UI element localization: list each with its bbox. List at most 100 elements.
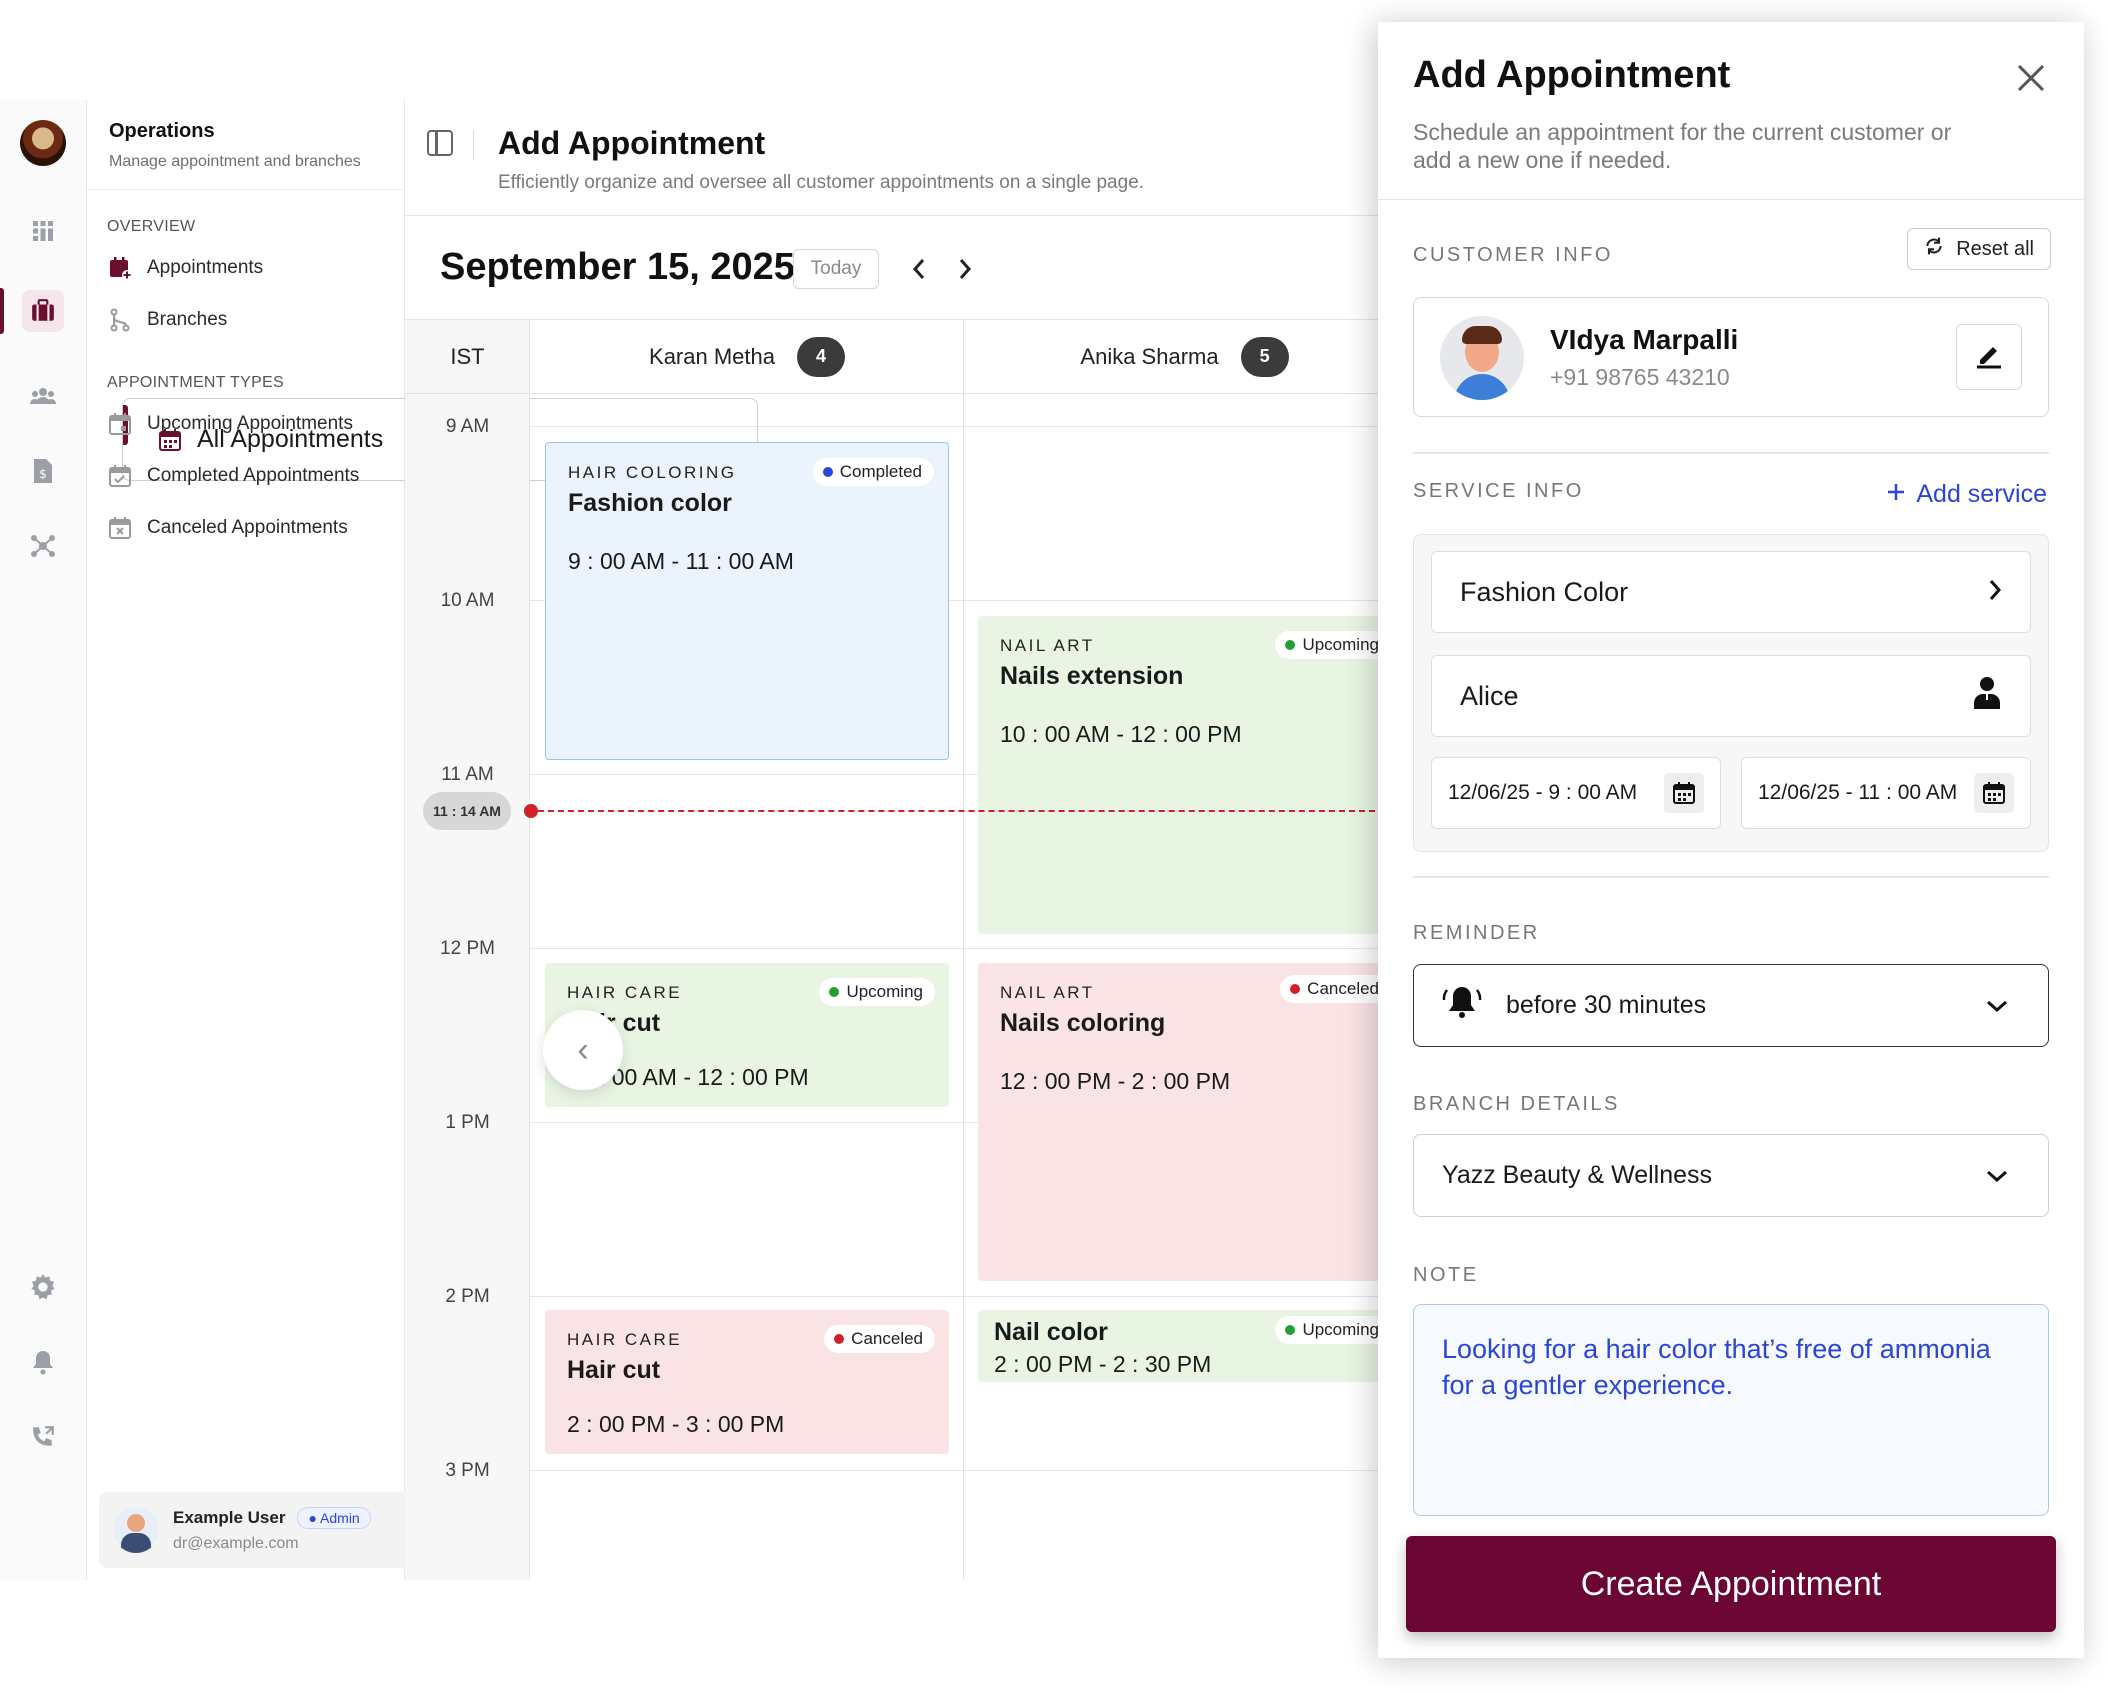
sidenav-title: Operations: [109, 120, 215, 142]
brand-logo[interactable]: [20, 120, 66, 166]
current-date: September 15, 2025: [440, 246, 795, 288]
briefcase-icon[interactable]: [0, 288, 64, 334]
pencil-icon: [1974, 340, 2004, 375]
appointment-card[interactable]: HAIR CARE Hair cut 2 : 00 PM - 3 : 00 PM…: [545, 1310, 949, 1454]
calendar-grid: IST Karan Metha 4 Anika Sharma 5 9 AM 10…: [405, 320, 1405, 1580]
today-button[interactable]: Today: [793, 249, 879, 289]
appointment-time: 10 : 00 AM - 12 : 00 PM: [567, 1064, 809, 1090]
branch-value: Yazz Beauty & Wellness: [1442, 1161, 1713, 1189]
edit-customer-button[interactable]: [1956, 324, 2022, 390]
chevron-down-icon: [1986, 991, 2008, 1020]
collapse-panel-button[interactable]: ‹: [543, 1010, 623, 1090]
calendar-icon[interactable]: [1974, 773, 2014, 813]
appointment-title: Hair cut: [567, 1009, 661, 1037]
people-icon[interactable]: [22, 375, 64, 417]
stylist-select[interactable]: Alice: [1431, 655, 2031, 737]
calendar-icon[interactable]: [1664, 773, 1704, 813]
current-time-line: [538, 810, 1405, 812]
sidebar-item-label: Canceled Appointments: [147, 517, 348, 538]
section-overview: OVERVIEW: [107, 218, 196, 235]
appointment-card[interactable]: NAIL ART Nails coloring 12 : 00 PM - 2 :…: [978, 963, 1405, 1281]
status-dot: [1285, 1325, 1296, 1335]
timezone-label: IST: [405, 320, 530, 394]
sidebar-item-branches[interactable]: Branches: [87, 294, 404, 346]
divider: [1413, 452, 2049, 454]
status-dot: [829, 987, 840, 997]
status-badge: Canceled: [824, 1325, 935, 1353]
reset-all-button[interactable]: Reset all: [1907, 228, 2051, 270]
grid-icon[interactable]: [22, 210, 64, 252]
divider: [1413, 876, 2049, 878]
svg-text:$: $: [39, 467, 47, 481]
appointment-time: 9 : 00 AM - 11 : 00 AM: [568, 548, 794, 574]
status-dot: [1285, 640, 1296, 650]
appointment-card[interactable]: NAIL ART Nails extension 10 : 00 AM - 12…: [978, 616, 1405, 934]
sidebar-toggle-icon[interactable]: [427, 130, 453, 156]
hour-line: [530, 1470, 1405, 1471]
divider: [473, 130, 474, 160]
sidebar-item-appointments[interactable]: Appointments: [87, 242, 404, 294]
hour-line: [530, 948, 1405, 949]
start-datetime-value: 12/06/25 - 9 : 00 AM: [1448, 781, 1638, 804]
hour-line: [530, 1296, 1405, 1297]
chevron-down-icon: [1986, 1161, 2008, 1190]
calendar-icon: [107, 411, 133, 437]
network-icon[interactable]: [22, 525, 64, 567]
sidebar-item-label: Branches: [147, 309, 228, 330]
sidebar-item-label: Upcoming Appointments: [147, 413, 353, 434]
column-divider: [963, 320, 964, 1580]
sidebar-item-upcoming-appointments[interactable]: Upcoming Appointments: [87, 398, 404, 450]
bell-icon[interactable]: [22, 1341, 64, 1383]
section-note: NOTE: [1413, 1264, 1479, 1286]
customer-name: VIdya Marpalli: [1550, 324, 1739, 355]
appointment-count-badge: 4: [796, 336, 845, 377]
customer-card[interactable]: VIdya Marpalli +91 98765 43210: [1413, 297, 2049, 417]
hour-line: [530, 426, 1405, 427]
service-value: Fashion Color: [1460, 576, 1629, 607]
user-email: dr@example.com: [173, 1535, 299, 1552]
staff-column-header[interactable]: Anika Sharma 5: [964, 320, 1405, 394]
appointment-title: Nails extension: [1000, 662, 1184, 690]
create-appointment-button[interactable]: Create Appointment: [1406, 1536, 2056, 1632]
side-navigation: Operations Manage appointment and branch…: [87, 100, 758, 1580]
start-datetime-field[interactable]: 12/06/25 - 9 : 00 AM: [1431, 757, 1721, 829]
hour-label: 10 AM: [440, 590, 495, 611]
hour-label: 12 PM: [440, 938, 495, 959]
reset-all-label: Reset all: [1956, 237, 2034, 260]
hour-label: 3 PM: [445, 1460, 490, 1481]
drawer-subtitle: Schedule an appointment for the current …: [1413, 119, 1952, 173]
chevron-right-icon[interactable]: [948, 252, 982, 286]
status-badge: Upcoming: [1275, 631, 1391, 659]
appointment-card[interactable]: Nail color 2 : 00 PM - 2 : 30 PM Upcomin…: [978, 1310, 1405, 1382]
appointment-card[interactable]: HAIR COLORING Fashion color 9 : 00 AM - …: [545, 442, 949, 760]
reminder-select[interactable]: before 30 minutes: [1413, 964, 2049, 1047]
person-icon: [1972, 675, 2002, 718]
status-label: Canceled: [851, 1329, 923, 1348]
sidebar-item-completed-appointments[interactable]: Completed Appointments: [87, 450, 404, 502]
chevron-right-icon: [1988, 577, 2002, 608]
staff-column-header[interactable]: Karan Metha 4: [531, 320, 963, 394]
close-icon[interactable]: [2016, 60, 2046, 100]
role-badge: ● Admin: [297, 1507, 371, 1529]
service-select[interactable]: Fashion Color: [1431, 551, 2031, 633]
note-textarea[interactable]: Looking for a hair color that’s free of …: [1413, 1304, 2049, 1516]
branch-select[interactable]: Yazz Beauty & Wellness: [1413, 1134, 2049, 1217]
end-datetime-field[interactable]: 12/06/25 - 11 : 00 AM: [1741, 757, 2031, 829]
settings-icon[interactable]: [22, 1266, 64, 1308]
chevron-left-icon: ‹: [577, 1030, 589, 1069]
hour-label: 9 AM: [445, 416, 490, 437]
status-dot: [822, 467, 833, 477]
invoice-icon[interactable]: $: [22, 450, 64, 492]
service-details-box: Fashion Color Alice 12/06/25 - 9 : 00 AM…: [1413, 534, 2049, 852]
chevron-left-icon[interactable]: [902, 252, 936, 286]
appointment-title: Fashion color: [568, 489, 732, 517]
add-service-button[interactable]: Add service: [1886, 480, 2047, 509]
sidebar-item-label: Completed Appointments: [147, 465, 360, 486]
plus-icon: [1886, 480, 1906, 509]
staff-name: Karan Metha: [649, 343, 775, 369]
status-badge: Upcoming: [819, 978, 935, 1006]
sidebar-item-canceled-appointments[interactable]: Canceled Appointments: [87, 502, 404, 554]
calendar-plus-icon: [107, 255, 133, 281]
role-label: Admin: [320, 1510, 360, 1526]
phone-icon[interactable]: [22, 1416, 64, 1458]
